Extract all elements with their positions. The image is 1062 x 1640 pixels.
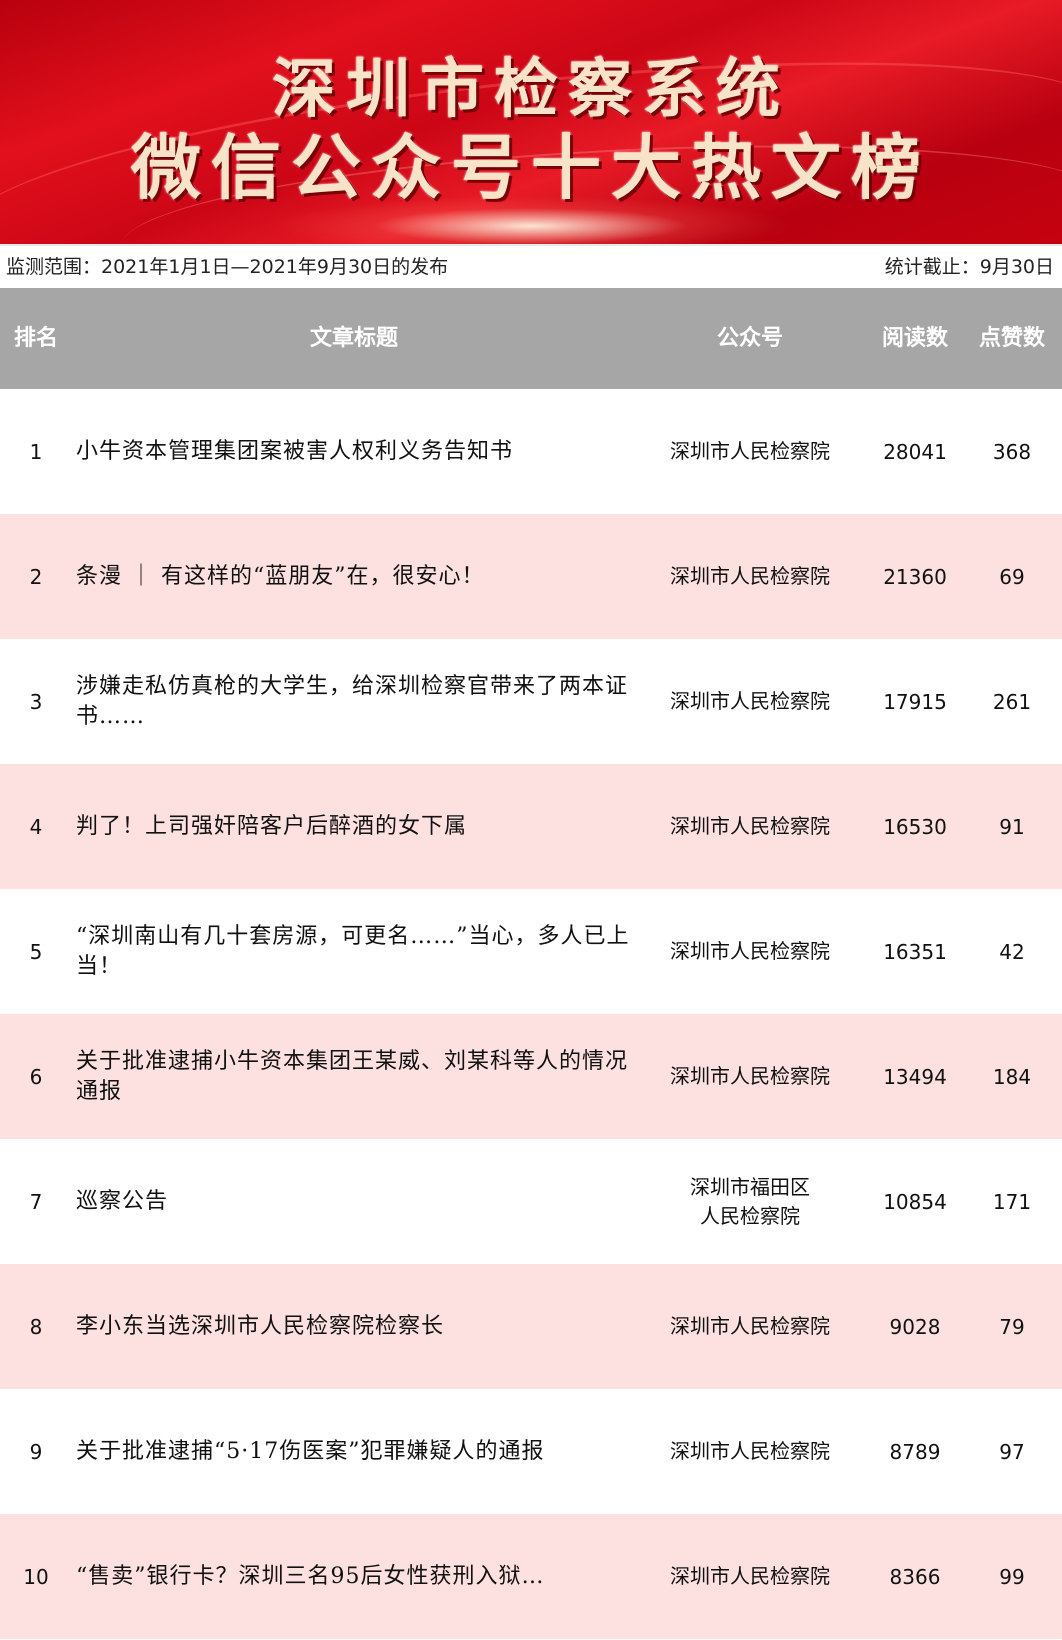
account-cell: 深圳市人民检察院 [670,439,830,463]
header-likes: 点赞数 [978,326,1045,351]
rank-cell: 7 [29,1189,43,1214]
account-cell: 深圳市人民检察院 [670,689,830,713]
table-row: 10 “售卖”银行卡？深圳三名95后女性获刑入狱… 深圳市人民检察院 8366 99 [0,1514,1062,1639]
table-row: 2 条漫 ｜ 有这样的“蓝朋友”在，很安心！ 深圳市人民检察院 21360 69 [0,514,1062,639]
account-cell: 深圳市人民检察院 [670,1064,830,1088]
reads-cell: 10854 [883,1189,947,1214]
likes-cell: 171 [992,1189,1032,1214]
likes-cell: 261 [992,689,1032,714]
reads-cell: 28041 [883,439,947,464]
rank-cell: 8 [29,1314,43,1339]
statistics-cutoff: 统计截止：9月30日 [884,256,1054,278]
rank-cell: 9 [29,1439,43,1464]
reads-cell: 16530 [883,814,947,839]
rank-cell: 1 [29,439,43,464]
table-row: 6 关于批准逮捕小牛资本集团王某威、刘某科等人的情况通报 深圳市人民检察院 13494… [0,1014,1062,1139]
rank-cell: 4 [29,814,43,839]
table-row: 1 小牛资本管理集团案被害人权利义务告知书 深圳市人民检察院 28041 368 [0,389,1062,514]
title-cell[interactable]: 李小东当选深圳市人民检察院检察长 [76,1264,632,1389]
header-account: 公众号 [716,326,783,351]
monitoring-range: 监测范围：2021年1月1日—2021年9月30日的发布 [6,256,449,278]
likes-cell: 97 [999,1439,1025,1464]
title-cell[interactable]: “售卖”银行卡？深圳三名95后女性获刑入狱… [76,1514,632,1639]
account-cell: 深圳市人民检察院 [670,939,830,963]
rank-cell: 5 [29,939,43,964]
title-cell[interactable]: 判了！上司强奸陪客户后醉酒的女下属 [76,764,632,889]
rank-cell: 6 [29,1064,43,1089]
reads-cell: 8789 [889,1439,941,1464]
account-cell: 深圳市人民检察院 [670,1439,830,1463]
rank-cell: 2 [29,564,43,589]
title-cell[interactable]: 关于批准逮捕小牛资本集团王某威、刘某科等人的情况通报 [76,1014,632,1139]
reads-cell: 13494 [883,1064,947,1089]
title-cell[interactable]: 条漫 ｜ 有这样的“蓝朋友”在，很安心！ [76,514,632,639]
rank-cell: 10 [23,1564,49,1589]
table-row: 5 “深圳南山有几十套房源，可更名……”当心，多人已上当！ 深圳市人民检察院 1635… [0,889,1062,1014]
title-cell[interactable]: 小牛资本管理集团案被害人权利义务告知书 [76,389,632,514]
reads-cell: 8366 [889,1564,941,1589]
account-cell: 深圳市人民检察院 [670,814,830,838]
table-header: 排名 文章标题 公众号 阅读数 点赞数 [0,288,1062,389]
table-row: 7 巡察公告 深圳市福田区 人民检察院 10854 171 [0,1139,1062,1264]
account-cell: 深圳市人民检察院 [670,564,830,588]
account-cell: 深圳市人民检察院 [670,1564,830,1588]
title-cell[interactable]: 巡察公告 [76,1139,632,1264]
reads-cell: 9028 [889,1314,941,1339]
likes-cell: 184 [992,1064,1032,1089]
table-row: 4 判了！上司强奸陪客户后醉酒的女下属 深圳市人民检察院 16530 91 [0,764,1062,889]
rank-cell: 3 [29,689,43,714]
likes-cell: 368 [992,439,1032,464]
table-row: 3 涉嫌走私仿真枪的大学生，给深圳检察官带来了两本证书…… 深圳市人民检察院 1791… [0,639,1062,764]
account-cell: 深圳市人民检察院 [670,1314,830,1338]
reads-cell: 16351 [883,939,947,964]
likes-cell: 79 [999,1314,1025,1339]
header-title: 文章标题 [309,326,398,351]
banner-title-line2: 微信公众号十大热文榜 [131,127,931,209]
title-cell[interactable]: 关于批准逮捕“5·17伤医案”犯罪嫌疑人的通报 [76,1389,632,1514]
title-cell[interactable]: 涉嫌走私仿真枪的大学生，给深圳检察官带来了两本证书…… [76,639,632,764]
likes-cell: 91 [999,814,1025,839]
banner: 深圳市检察系统 微信公众号十大热文榜 [0,0,1062,246]
likes-cell: 99 [999,1564,1025,1589]
header-reads: 阅读数 [881,326,948,351]
reads-cell: 21360 [883,564,947,589]
table-row: 8 李小东当选深圳市人民检察院检察长 深圳市人民检察院 9028 79 [0,1264,1062,1389]
table-row: 9 关于批准逮捕“5·17伤医案”犯罪嫌疑人的通报 深圳市人民检察院 8789 97 [0,1389,1062,1514]
header-rank: 排名 [13,326,58,351]
likes-cell: 42 [999,939,1025,964]
title-cell[interactable]: “深圳南山有几十套房源，可更名……”当心，多人已上当！ [76,889,632,1014]
account-cell: 深圳市福田区 人民检察院 [690,1174,810,1228]
likes-cell: 69 [999,564,1025,589]
reads-cell: 17915 [883,689,947,714]
